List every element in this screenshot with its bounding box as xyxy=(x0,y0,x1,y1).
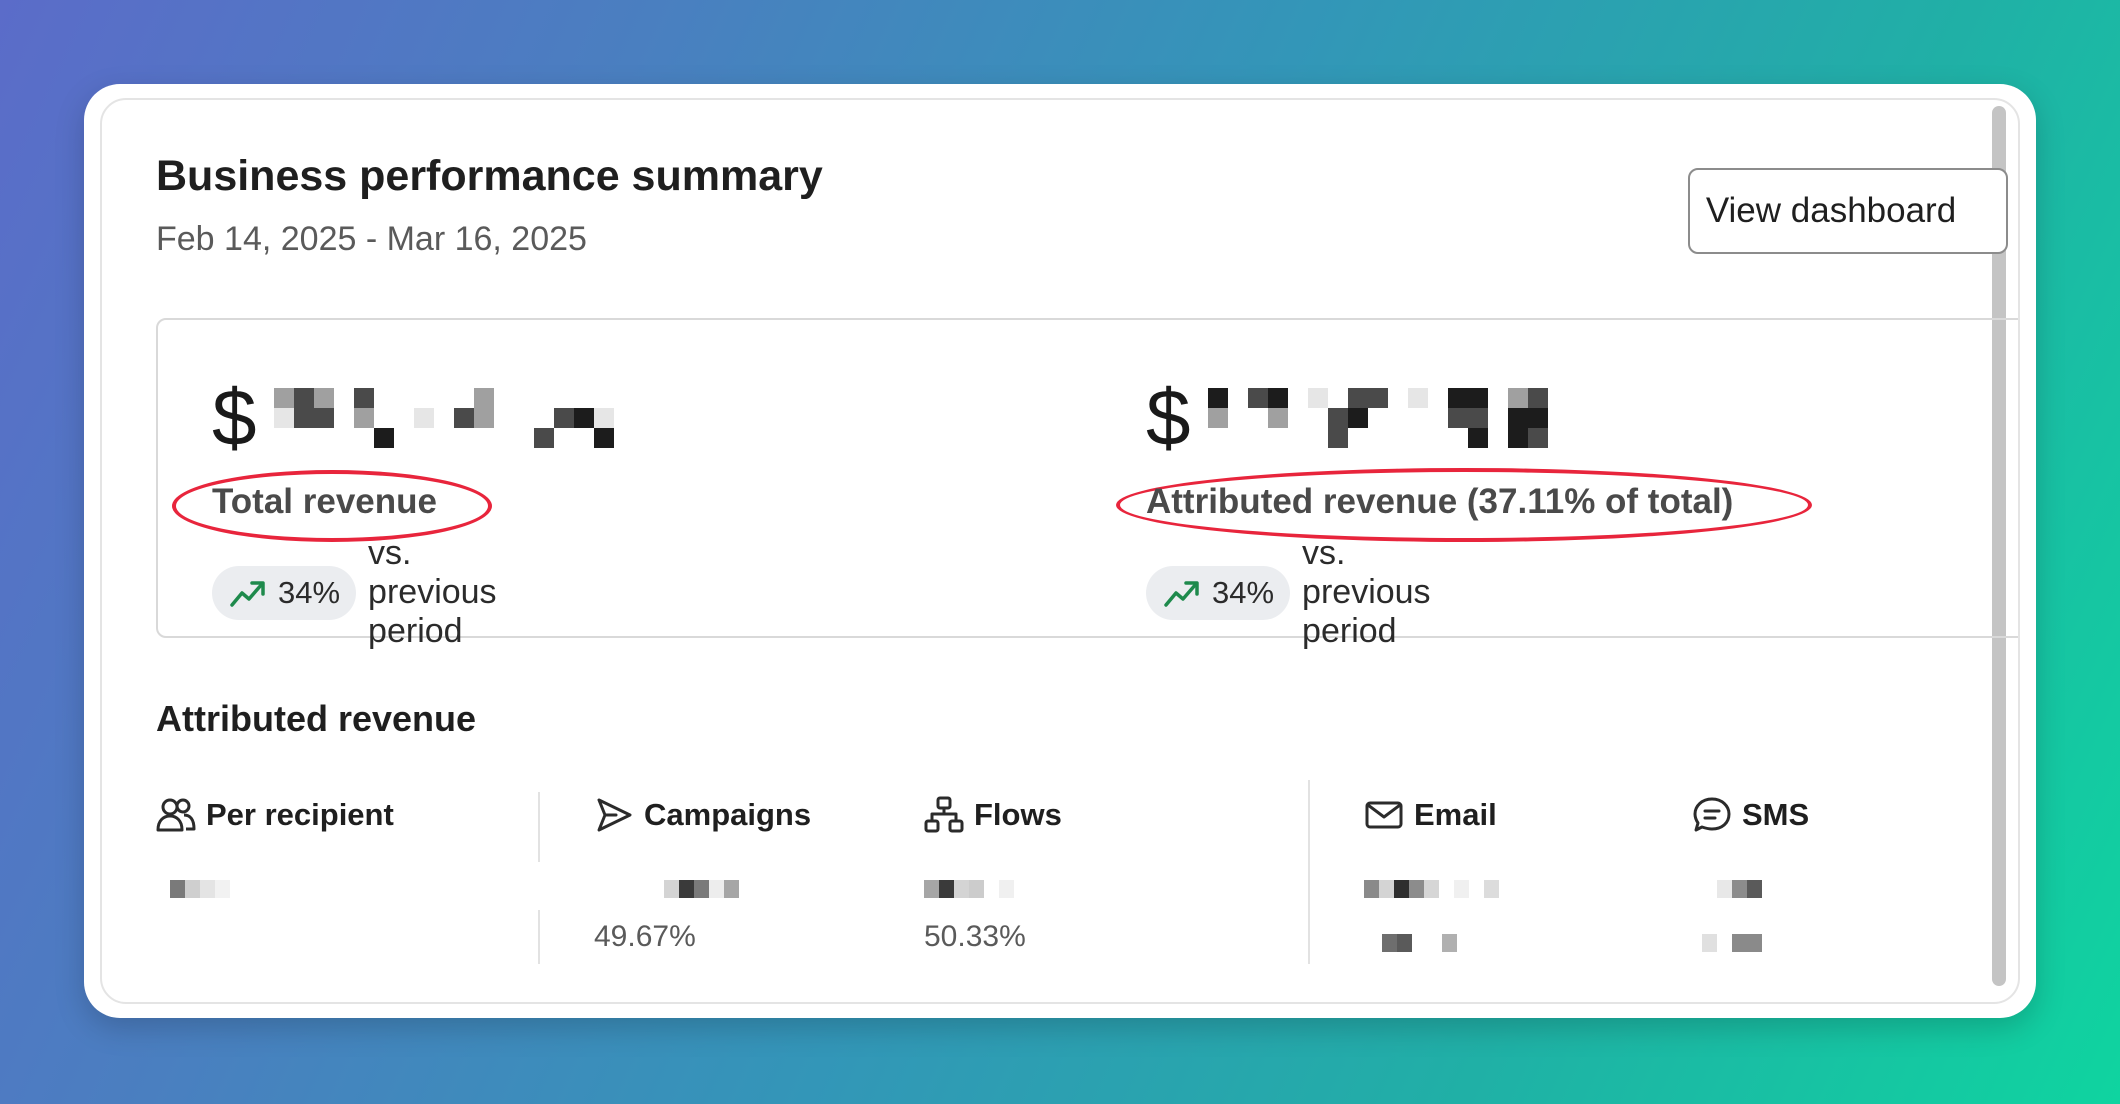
column-divider xyxy=(538,910,540,964)
sms-label: SMS xyxy=(1742,797,1810,832)
revenue-metrics-box: $ Total revenue 34% vs. previous period xyxy=(156,318,2018,650)
attributed-revenue-delta: 34% vs. previous period xyxy=(1146,534,1431,651)
email-column: Email xyxy=(1364,796,1497,834)
sms-secondary-value-redacted xyxy=(1702,934,1762,952)
campaigns-value-redacted xyxy=(664,880,739,898)
campaigns-share: 49.67% xyxy=(594,920,696,953)
send-icon xyxy=(597,798,632,832)
attributed-revenue-currency: $ xyxy=(1146,373,1191,462)
summary-card: Business performance summary Feb 14, 202… xyxy=(84,84,2036,1018)
view-dashboard-button[interactable]: View dashboard xyxy=(1688,168,2008,254)
flows-column: Flows xyxy=(924,796,1062,834)
delta-comparison-text: vs. previous period xyxy=(1302,534,1431,650)
delta-chip: 34% xyxy=(1146,565,1291,620)
users-icon xyxy=(156,798,196,832)
delta-chip: 34% xyxy=(212,565,357,620)
chat-icon xyxy=(1693,797,1731,832)
flows-share: 50.33% xyxy=(924,920,1026,953)
date-range: Feb 14, 2025 - Mar 16, 2025 xyxy=(156,220,587,258)
delta-percent: 34% xyxy=(1212,574,1275,610)
flow-icon xyxy=(924,796,964,833)
total-revenue-currency: $ xyxy=(212,373,257,462)
email-secondary-value-redacted xyxy=(1382,934,1457,952)
campaigns-column: Campaigns xyxy=(594,796,811,834)
delta-percent: 34% xyxy=(278,574,341,610)
per-recipient-value-redacted xyxy=(170,880,230,898)
attributed-revenue-label: Attributed revenue (37.11% of total) xyxy=(1146,482,1734,521)
flows-value-redacted xyxy=(924,880,1014,898)
per-recipient-label: Per recipient xyxy=(206,797,394,832)
sms-column: SMS xyxy=(1692,796,1809,834)
sms-value-redacted xyxy=(1702,880,1762,898)
email-value-redacted xyxy=(1364,880,1499,898)
trend-up-icon xyxy=(1164,580,1199,607)
column-divider xyxy=(538,792,540,862)
total-revenue-value-redacted xyxy=(274,388,634,448)
total-revenue-label: Total revenue xyxy=(212,482,437,521)
page-title: Business performance summary xyxy=(156,152,823,200)
per-recipient-column: Per recipient xyxy=(156,796,394,834)
attributed-revenue-section-title: Attributed revenue xyxy=(156,698,477,739)
mail-icon xyxy=(1365,801,1403,829)
attributed-revenue-value-redacted xyxy=(1208,388,1568,448)
total-revenue-delta: 34% vs. previous period xyxy=(212,534,497,651)
summary-panel: Business performance summary Feb 14, 202… xyxy=(100,98,2020,1004)
trend-up-icon xyxy=(230,580,265,607)
email-label: Email xyxy=(1414,797,1497,832)
campaigns-label: Campaigns xyxy=(644,797,812,832)
column-divider xyxy=(1308,780,1310,964)
delta-comparison-text: vs. previous period xyxy=(368,534,497,650)
flows-label: Flows xyxy=(974,797,1062,832)
